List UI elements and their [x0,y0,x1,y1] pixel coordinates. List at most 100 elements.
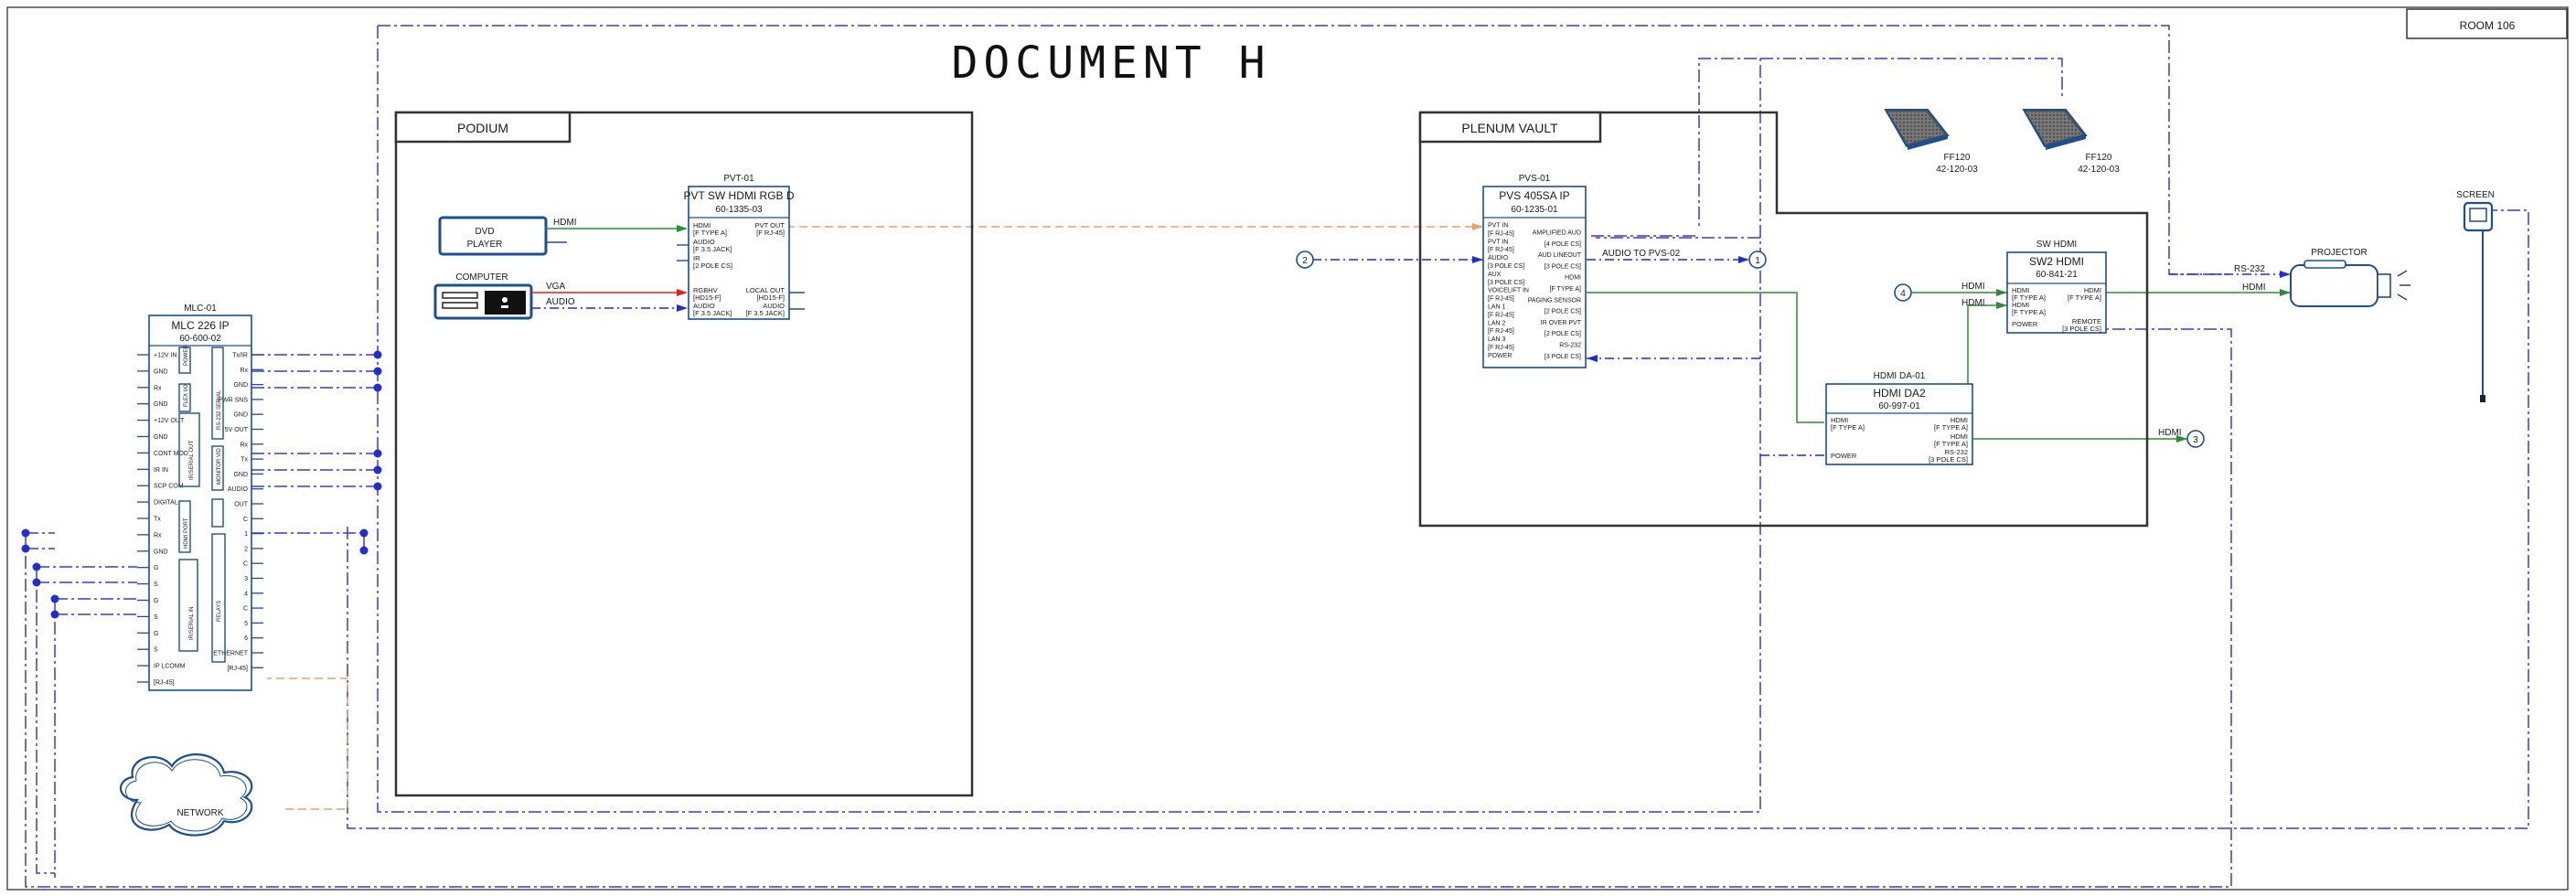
podium-zone: PODIUM [394,111,974,797]
mlc-left-pin: Rx [154,385,162,391]
pvs-right-pin: RS-232 [1559,343,1581,349]
dvd-label-1: DVD [475,227,494,237]
pvs-tag: PVS-01 [1519,174,1551,184]
pvt-in-rgbhv-type: [HD15-F] [693,293,721,302]
computer-audio-label: AUDIO [546,297,575,307]
mlc-right-pin: Tx [240,457,248,464]
screen-control-loop [347,209,2529,829]
pvs-right-pin: AUD LINEOUT [1538,252,1582,259]
mlc-tag: MLC-01 [184,304,217,314]
mlc-right-pin: 3 [244,576,248,582]
projector-rs232-label: RS-232 [2234,264,2265,274]
pvs-part: 60-1235-01 [1511,205,1558,215]
pvs-right-pin: [3 POLE CS] [1545,263,1581,270]
projector: PROJECTOR RS-232 HDMI [2234,248,2410,307]
computer-vga-label: VGA [546,282,565,292]
mlc-side-irserial: IR/SERIAL OUT [189,441,195,480]
speaker-1-model: FF120 [1944,153,1971,163]
mlc-side-rs232: RS-232 SERIAL [217,389,222,430]
da-in-hdmi-type: [F TYPE A] [1831,423,1865,432]
pvt-out-local-type: [HD15-F] [757,293,785,302]
mlc-left-pin: G [154,631,158,637]
mlc-side-power: POWER [184,345,189,366]
mlc-left-pin: IR IN [154,467,168,474]
screen: SCREEN [2456,190,2495,402]
mlc-side-relays: RELAYS [217,601,222,622]
pvt-out-pvt-type: [F RJ-45] [756,229,785,237]
mlc-right-pin: PWR SNS [218,397,248,403]
pvt-in-ir-type: [2 POLE CS] [693,261,732,270]
pvs-right-pin: IR OVER PVT [1541,320,1582,326]
podium-frame [394,111,974,797]
mlc-left-pin: +12V OUT [154,418,185,424]
pvs-right-pin: [F TYPE A] [1550,286,1582,293]
mlc-right-pin: 5 [244,621,248,627]
mlc-left-pin: GND [154,549,168,555]
sw-in-hdmi-2-type: [F TYPE A] [2012,308,2046,316]
speaker-2: FF120 42-120-03 [2022,109,2120,175]
ethernet-link [267,677,348,810]
mlc-side-hdmi: HDMI PORT [184,517,189,549]
sw-hdmi-in2-label: HDMI [1961,298,1985,308]
pvt-tag: PVT-01 [723,174,754,184]
pvs-left-pin: AUDIO [1488,255,1509,261]
pvs-left-pin: [F RJ-45] [1488,312,1514,318]
cable-routes [25,25,2529,888]
sw-out-hdmi-type: [F TYPE A] [2068,293,2101,302]
sw-hdmi-in1-label: HDMI [1961,282,1985,292]
mlc-left-pin: S [154,647,158,654]
da-out-hdmi-1-type: [F TYPE A] [1934,423,1968,432]
speaker-feed-b [1760,58,2063,96]
mlc-left-pin: CONT MOD [154,451,188,457]
mlc-part: 60-600-02 [179,334,221,344]
pvs-left-pin: POWER [1488,353,1512,359]
mlc-right-pin: C [243,517,248,523]
pvs-left-pin: AUX [1488,272,1502,278]
pvs-left-pin: [F RJ-45] [1488,345,1514,351]
pvs-left-pin: [F RJ-45] [1488,230,1514,237]
room-label: ROOM 106 [2460,19,2516,32]
pvs-left-pin: LAN 3 [1488,336,1506,343]
pvs-right-pin: HDMI [1565,275,1581,282]
projector-hdmi-label: HDMI [2242,283,2266,293]
speaker-2-part: 42-120-03 [2078,165,2120,175]
mlc-side-flex: FLEX I/O [184,384,189,407]
pvs-left-pin: [F RJ-45] [1488,247,1514,253]
control-bus-podium [377,26,1761,813]
pvs-right-pin: [2 POLE CS] [1545,331,1581,337]
mlc-left-pin: [RJ-45] [154,680,175,687]
mlc-left-pin: Tx [154,517,161,523]
mlc-right-pin: ETHERNET [213,651,248,657]
aud-to-pvs-label: AUDIO TO PVS-02 [1602,249,1681,259]
mlc-left-pin: Rx [154,532,162,539]
pvs-left-pin: LAN 1 [1488,304,1506,311]
network-label: NETWORK [176,808,223,818]
mlc-left-pin: GND [154,434,168,441]
pvt-out-audio-type: [F 3.5 JACK] [745,309,785,317]
plenum-label: PLENUM VAULT [1461,121,1558,135]
computer: COMPUTER VGA AUDIO [433,272,688,320]
dvd-player: DVD PLAYER HDMI [438,216,688,256]
pvt-in-audio-type: [F 3.5 JACK] [693,245,732,253]
mlc-right-pin: OUT [234,502,249,508]
pvs-right-pin: [2 POLE CS] [1545,309,1581,315]
mlc-right-pin: 1 [244,531,248,538]
mlc-right-pin: [RJ-45] [227,666,248,672]
podium-label: PODIUM [457,121,508,135]
dvd-hdmi-label: HDMI [553,218,577,228]
pvs-right-pin: AMPLIFIED AUD [1533,230,1581,237]
mlc-right-pin: GND [233,412,248,419]
speaker-1: FF120 42-120-03 [1884,109,1978,175]
mlc-right-pin: GND [233,382,248,389]
speaker-feed-a [1698,58,1761,238]
da-hdmi-out-label: HDMI [2158,428,2182,438]
mlc-right-pin: C [243,606,248,613]
pvs-model: PVS 405SA IP [1499,189,1569,202]
pvs-left-pin: [3 POLE CS] [1488,263,1524,270]
da-model: HDMI DA2 [1873,387,1926,400]
mlc-left-pin: GND [154,401,168,408]
pvs-left-pin: [F RJ-45] [1488,328,1514,335]
mlc-model: MLC 226 IP [171,319,229,332]
speaker-1-part: 42-120-03 [1936,165,1978,175]
svg-text:2: 2 [1302,256,1308,266]
